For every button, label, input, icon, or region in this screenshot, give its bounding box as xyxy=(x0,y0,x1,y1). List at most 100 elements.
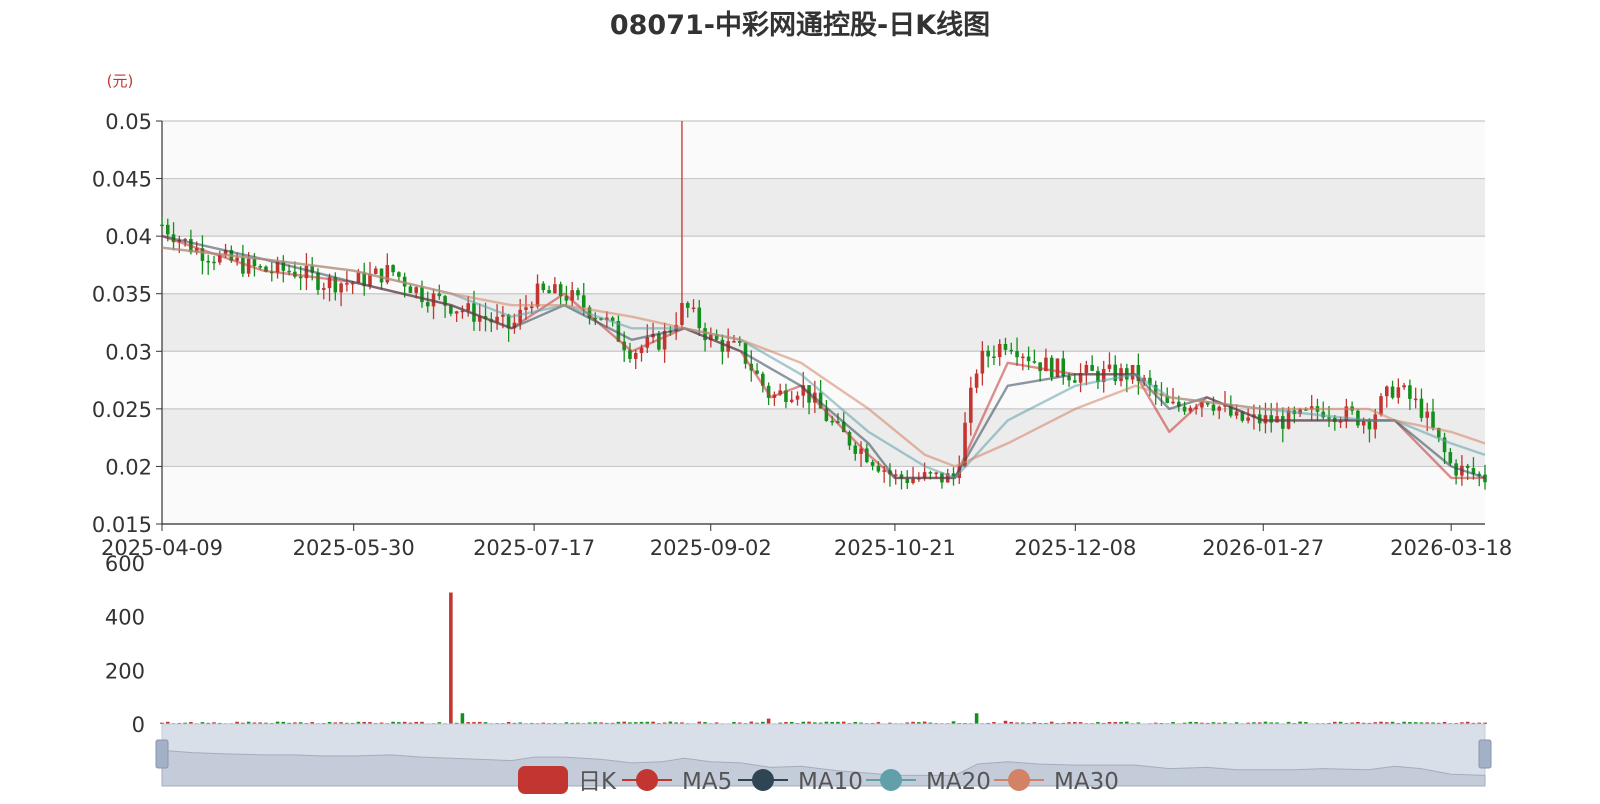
price-y-tick-label: 0.05 xyxy=(105,110,152,134)
candle-body xyxy=(541,283,546,291)
price-x-tick-label: 2026-03-18 xyxy=(1390,536,1512,560)
candle-body xyxy=(241,257,245,274)
candle-body xyxy=(206,260,211,263)
candle-body xyxy=(992,356,996,358)
volume-bar[interactable] xyxy=(766,718,771,724)
candle-body xyxy=(1015,351,1019,358)
candle-body xyxy=(853,445,858,454)
candle-body xyxy=(697,307,702,329)
candle-body xyxy=(165,224,170,235)
grid-band xyxy=(162,408,1485,467)
grid-band xyxy=(162,178,1485,237)
candle-body xyxy=(449,305,453,314)
candle-body xyxy=(685,303,690,308)
candle-body xyxy=(789,399,794,402)
volume-bar[interactable] xyxy=(974,713,979,724)
candle-body xyxy=(1073,380,1077,383)
candle-body xyxy=(1425,411,1430,418)
kline-chart-root: 08071-中彩网通控股-日K线图 (元) 0.015 0.02 0.025 0.03… xyxy=(0,0,1600,800)
candle-body xyxy=(1327,417,1331,419)
candle-body xyxy=(830,420,834,423)
price-y-tick-label: 0.03 xyxy=(105,340,152,364)
candle-body xyxy=(160,224,164,227)
candle-body xyxy=(258,266,262,268)
volume-y-tick-label: 600 xyxy=(105,552,145,576)
candle-body xyxy=(997,343,1002,358)
candle-body xyxy=(524,307,528,310)
candle-body xyxy=(1379,396,1383,415)
candle-body xyxy=(1361,421,1366,426)
price-x-tick-label: 2025-10-21 xyxy=(834,536,956,560)
candle-body xyxy=(1049,357,1054,378)
grid-band xyxy=(162,351,1485,409)
price-x-tick-label: 2025-07-17 xyxy=(473,536,595,560)
candle-body xyxy=(535,283,540,307)
candle-body xyxy=(657,333,661,350)
volume-bar[interactable] xyxy=(460,713,465,724)
price-x-axis: 2025-04-09 2025-05-30 2025-07-17 2025-09-02… xyxy=(101,523,1512,560)
price-y-tick-label: 0.015 xyxy=(92,513,152,537)
candle-body xyxy=(316,272,320,290)
legend-item-ma30[interactable]: MA30 xyxy=(994,769,1119,795)
legend-item-ma10[interactable]: MA10 xyxy=(738,769,863,795)
zoom-right-handle[interactable] xyxy=(1478,739,1492,769)
candle-body xyxy=(321,288,326,290)
candle-body xyxy=(397,272,401,277)
candle-body xyxy=(1281,416,1285,429)
candle-body xyxy=(1465,465,1470,469)
candle-body xyxy=(1026,356,1031,362)
price-x-tick-label: 2025-09-02 xyxy=(650,536,772,560)
grid-band xyxy=(162,236,1485,294)
candle-body xyxy=(1373,414,1378,430)
candle-body xyxy=(1211,404,1216,411)
grid-band xyxy=(162,121,1485,179)
volume-y-tick-label: 0 xyxy=(132,713,145,737)
volume-bar-series[interactable] xyxy=(160,592,1487,725)
price-x-tick-label: 2026-01-27 xyxy=(1202,536,1324,560)
candle-body xyxy=(298,276,303,279)
candle-body xyxy=(1402,385,1406,388)
legend-circle-icon xyxy=(752,769,774,791)
candle-body xyxy=(1067,376,1071,381)
legend-label: 日K xyxy=(578,769,617,795)
candle-body xyxy=(905,478,910,484)
candle-body xyxy=(356,272,361,283)
price-x-tick-label: 2025-05-30 xyxy=(293,536,415,560)
candle-body xyxy=(547,290,551,294)
volume-y-tick-label: 400 xyxy=(105,606,145,630)
candle-body xyxy=(379,268,384,283)
chart-title: 08071-中彩网通控股-日K线图 xyxy=(610,10,990,41)
grid-band xyxy=(162,293,1485,352)
candle-body xyxy=(1431,411,1435,428)
candle-body xyxy=(466,303,470,311)
candle-body xyxy=(876,465,881,472)
candle-body xyxy=(1090,365,1094,371)
candle-body xyxy=(911,478,915,484)
candle-body xyxy=(454,311,459,314)
candle-body xyxy=(1419,398,1424,418)
candle-body xyxy=(934,472,938,475)
volume-bar[interactable] xyxy=(449,592,453,724)
legend-label: MA20 xyxy=(926,769,991,795)
candle-body xyxy=(1385,386,1389,397)
candle-body xyxy=(1413,398,1418,401)
candle-body xyxy=(1246,417,1250,421)
candle-body xyxy=(980,350,985,374)
volume-y-axis: 0 200 400 600 xyxy=(105,552,145,737)
candle-body xyxy=(1003,343,1008,350)
candle-body xyxy=(529,306,534,309)
candle-body xyxy=(1107,364,1112,369)
candle-body xyxy=(633,352,638,359)
candle-body xyxy=(576,290,580,296)
legend-item-ma20[interactable]: MA20 xyxy=(866,769,991,795)
candle[interactable] xyxy=(1055,358,1060,378)
candle-body xyxy=(391,265,395,273)
candle-body xyxy=(1396,387,1401,398)
candle-body xyxy=(1038,362,1042,372)
price-y-tick-label: 0.025 xyxy=(92,398,152,422)
candle-body xyxy=(414,287,418,293)
candle-body xyxy=(420,287,424,303)
legend-label: MA10 xyxy=(798,769,863,795)
zoom-left-handle[interactable] xyxy=(155,739,169,769)
candle-body xyxy=(720,339,725,352)
